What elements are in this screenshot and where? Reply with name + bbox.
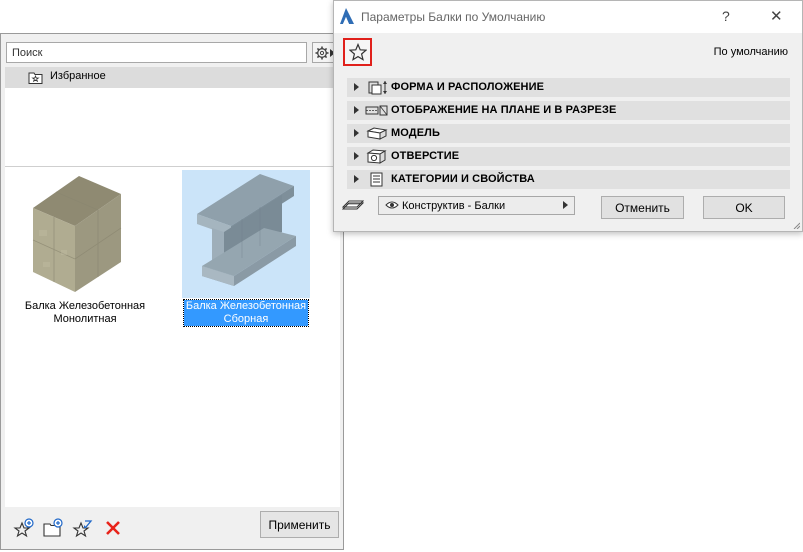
expand-arrow-icon bbox=[354, 152, 359, 160]
section-model[interactable]: МОДЕЛЬ bbox=[347, 124, 790, 143]
expand-arrow-icon bbox=[354, 129, 359, 137]
favorite-item-caption-selected: Балка Железобетонная Сборная bbox=[182, 299, 310, 327]
redefine-favorite-icon[interactable] bbox=[72, 518, 94, 538]
cancel-button[interactable]: Отменить bbox=[601, 196, 684, 219]
search-input[interactable] bbox=[6, 42, 307, 63]
dialog-title: Параметры Балки по Умолчанию bbox=[361, 10, 546, 24]
section-hole[interactable]: ОТВЕРСТИЕ bbox=[347, 147, 790, 166]
archicad-app-icon bbox=[340, 8, 354, 24]
help-button[interactable]: ? bbox=[722, 8, 730, 24]
geometry-position-icon bbox=[368, 81, 387, 95]
eye-icon bbox=[385, 201, 399, 209]
layer-icon bbox=[342, 200, 364, 210]
section-label: ОТВЕРСТИЕ bbox=[391, 150, 460, 162]
favorites-folder-label: Избранное bbox=[50, 70, 106, 82]
default-settings-label: По умолчанию bbox=[713, 46, 788, 58]
categories-icon bbox=[370, 172, 383, 187]
dropdown-arrow-icon bbox=[563, 201, 568, 209]
ok-button[interactable]: OK bbox=[703, 196, 785, 219]
hole-icon bbox=[366, 149, 387, 164]
star-icon bbox=[348, 43, 367, 61]
favorites-toolbar: Применить bbox=[1, 508, 343, 550]
favorite-item-monolithic-beam[interactable]: Балка Железобетонная Монолитная bbox=[20, 170, 150, 326]
resize-grip-icon[interactable] bbox=[792, 221, 800, 229]
gear-icon bbox=[315, 46, 329, 59]
expand-arrow-icon bbox=[354, 83, 359, 91]
dialog-titlebar[interactable]: Параметры Балки по Умолчанию ? ✕ bbox=[334, 1, 802, 33]
favorites-button[interactable] bbox=[343, 38, 372, 66]
favorite-item-caption: Балка Железобетонная Монолитная bbox=[24, 300, 146, 325]
beam-box-thumbnail bbox=[21, 170, 149, 298]
layer-select[interactable]: Конструктив - Балки bbox=[378, 196, 575, 215]
model-icon bbox=[366, 127, 388, 140]
section-label: ФОРМА И РАСПОЛОЖЕНИЕ bbox=[391, 81, 545, 93]
new-folder-icon[interactable] bbox=[42, 518, 64, 538]
beam-default-settings-dialog: Параметры Балки по Умолчанию ? ✕ По умол… bbox=[333, 0, 803, 232]
beam-ibeam-thumbnail bbox=[182, 170, 310, 298]
favorites-folder-row[interactable]: Избранное bbox=[5, 67, 340, 88]
section-label: ОТОБРАЖЕНИЕ НА ПЛАНЕ И В РАЗРЕЗЕ bbox=[391, 104, 617, 116]
plan-section-icon bbox=[365, 105, 388, 116]
apply-button[interactable]: Применить bbox=[260, 511, 339, 538]
section-label: МОДЕЛЬ bbox=[391, 127, 440, 139]
section-categories-properties[interactable]: КАТЕГОРИИ И СВОЙСТВА bbox=[347, 170, 790, 189]
expand-arrow-icon bbox=[354, 106, 359, 114]
favorites-folder-icon bbox=[28, 72, 43, 84]
section-geometry-position[interactable]: ФОРМА И РАСПОЛОЖЕНИЕ bbox=[347, 78, 790, 97]
favorites-items-area: Балка Железобетонная Монолитная Балка Же… bbox=[5, 166, 340, 507]
search-row bbox=[6, 42, 338, 64]
delete-icon[interactable] bbox=[102, 518, 124, 538]
layer-select-value: Конструктив - Балки bbox=[402, 200, 506, 212]
section-plan-section[interactable]: ОТОБРАЖЕНИЕ НА ПЛАНЕ И В РАЗРЕЗЕ bbox=[347, 101, 790, 120]
section-label: КАТЕГОРИИ И СВОЙСТВА bbox=[391, 173, 535, 185]
close-button[interactable]: ✕ bbox=[770, 7, 783, 25]
favorites-panel: Избранное bbox=[0, 33, 344, 550]
expand-arrow-icon bbox=[354, 175, 359, 183]
favorite-item-precast-beam[interactable]: Балка Железобетонная Сборная bbox=[181, 170, 311, 327]
new-favorite-icon[interactable] bbox=[13, 518, 35, 538]
